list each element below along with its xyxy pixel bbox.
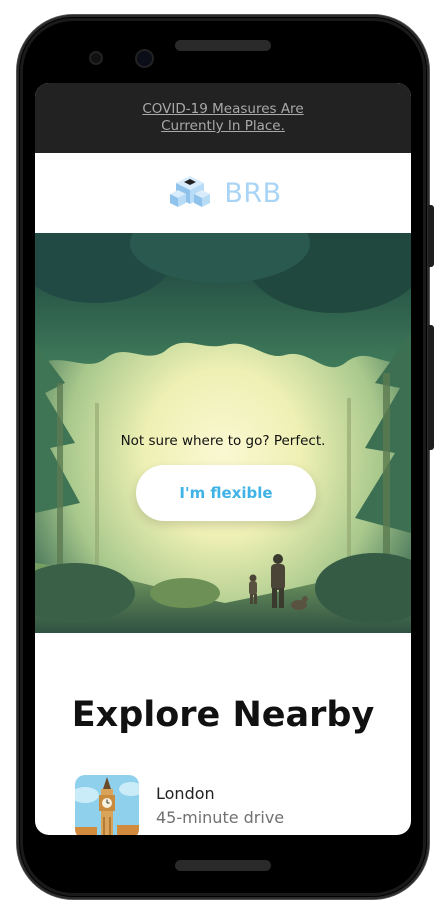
nearby-item-london[interactable]: London 45-minute drive — [75, 775, 411, 835]
big-ben-thumbnail-icon — [75, 775, 139, 835]
bottom-speaker — [175, 860, 271, 871]
front-sensor — [91, 53, 101, 63]
app-screen: COVID-19 Measures Are Currently In Place… — [35, 83, 411, 835]
header: BRB — [35, 153, 411, 233]
explore-section: Explore Nearby London 45-minute drive — [35, 633, 411, 835]
covid-measures-link[interactable]: COVID-19 Measures Are Currently In Place… — [123, 101, 323, 135]
brand-logo[interactable]: BRB — [164, 174, 281, 212]
hero-banner: Not sure where to go? Perfect. I'm flexi… — [35, 233, 411, 633]
brand-name: BRB — [224, 177, 282, 209]
im-flexible-button[interactable]: I'm flexible — [136, 465, 316, 521]
top-speaker — [175, 40, 271, 51]
volume-button — [428, 325, 434, 450]
front-camera — [137, 51, 152, 66]
nearby-item-distance: 45-minute drive — [156, 808, 285, 827]
nearby-item-text: London 45-minute drive — [156, 775, 284, 835]
cube-logo-icon — [170, 176, 211, 207]
covid-banner: COVID-19 Measures Are Currently In Place… — [35, 83, 411, 153]
power-button — [428, 205, 434, 267]
nearby-item-name: London — [156, 784, 215, 803]
hero-tagline: Not sure where to go? Perfect. — [120, 433, 326, 449]
explore-title: Explore Nearby — [71, 695, 375, 735]
